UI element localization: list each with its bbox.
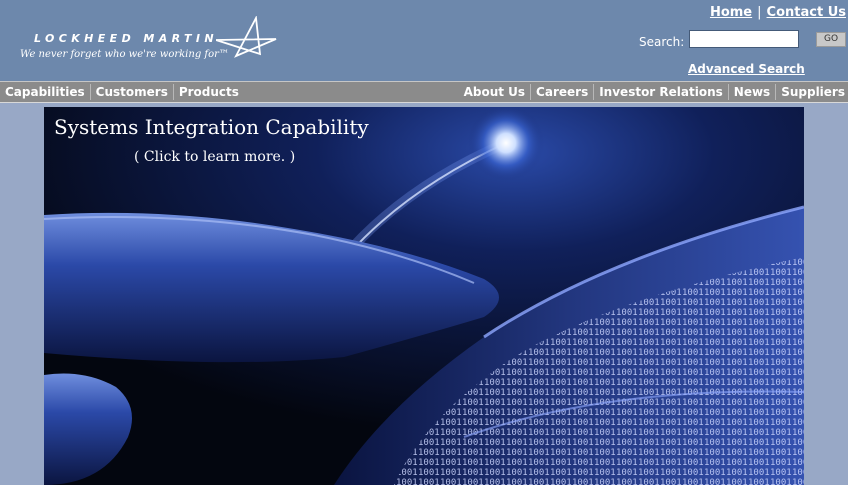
search-input[interactable] (689, 30, 799, 48)
nav-right-group: About Us Careers Investor Relations News… (459, 82, 848, 102)
top-links: Home | Contact Us (710, 5, 846, 20)
nav-left-group: Capabilities Customers Products (0, 82, 244, 102)
nav-item-about-us[interactable]: About Us (459, 84, 532, 100)
nav-item-news[interactable]: News (729, 84, 777, 100)
nav-item-careers[interactable]: Careers (531, 84, 595, 100)
logo-wordmark: LOCKHEED MARTIN (34, 32, 218, 45)
search-label: Search: (639, 35, 685, 49)
home-link[interactable]: Home (710, 5, 752, 20)
top-links-separator: | (757, 5, 762, 20)
advanced-search-link[interactable]: Advanced Search (688, 62, 805, 76)
contact-us-link[interactable]: Contact Us (767, 5, 846, 20)
nav-item-capabilities[interactable]: Capabilities (0, 84, 91, 100)
nav-item-investor-relations[interactable]: Investor Relations (594, 84, 729, 100)
logo-tagline: We never forget who we're working for™ (20, 49, 229, 60)
nav-item-suppliers[interactable]: Suppliers (776, 84, 848, 100)
nav-item-customers[interactable]: Customers (91, 84, 174, 100)
nav-item-products[interactable]: Products (174, 84, 244, 100)
feature-banner[interactable]: 1001 Systems Integration Capability ( Cl… (44, 107, 804, 485)
banner-subtitle[interactable]: ( Click to learn more. ) (134, 149, 295, 165)
banner-title: Systems Integration Capability (54, 115, 369, 139)
main-nav: Capabilities Customers Products About Us… (0, 81, 848, 103)
lockheed-martin-logo[interactable]: LOCKHEED MARTIN We never forget who we'r… (18, 16, 278, 64)
search-go-button[interactable]: GO (816, 32, 846, 47)
site-header: LOCKHEED MARTIN We never forget who we'r… (0, 0, 848, 81)
